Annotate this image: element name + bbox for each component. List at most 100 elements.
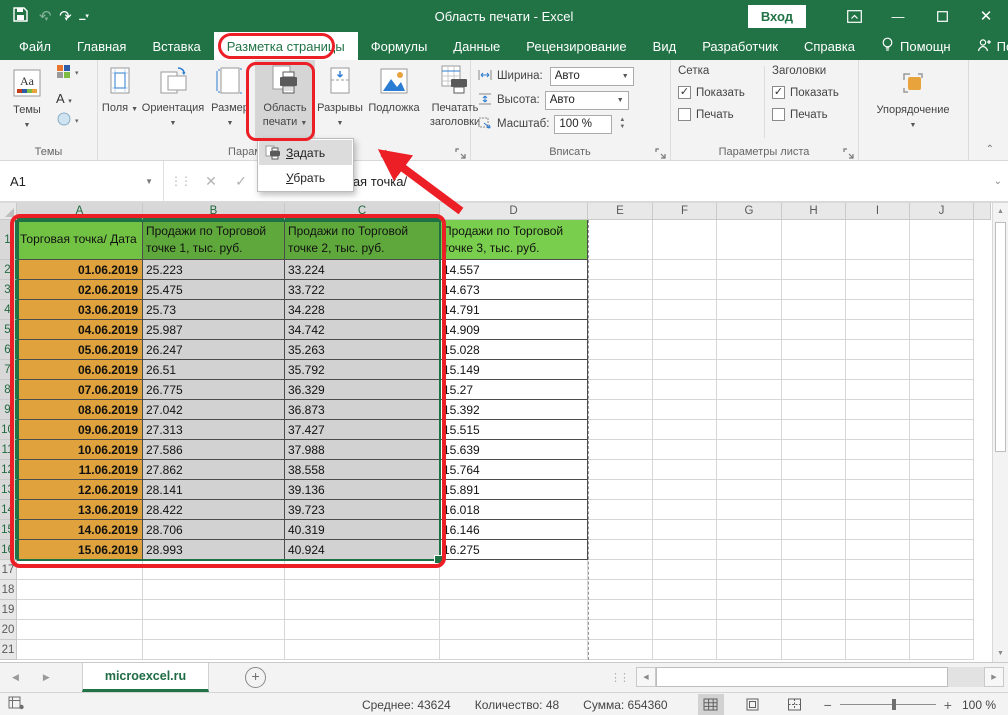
empty-cell[interactable]	[782, 340, 846, 360]
empty-cell[interactable]	[285, 620, 440, 640]
date-cell[interactable]: 12.06.2019	[17, 480, 143, 500]
value-cell[interactable]: 14.909	[440, 320, 588, 340]
value-cell[interactable]: 34.228	[285, 300, 440, 320]
empty-cell[interactable]	[846, 420, 910, 440]
empty-cell[interactable]	[143, 580, 285, 600]
value-cell[interactable]: 15.392	[440, 400, 588, 420]
value-cell[interactable]: 40.924	[285, 540, 440, 560]
date-cell[interactable]: 06.06.2019	[17, 360, 143, 380]
empty-cell[interactable]	[846, 280, 910, 300]
date-cell[interactable]: 13.06.2019	[17, 500, 143, 520]
empty-cell[interactable]	[653, 460, 717, 480]
row-header-6[interactable]: 6	[0, 340, 17, 360]
value-cell[interactable]: 15.028	[440, 340, 588, 360]
normal-view-button[interactable]	[698, 694, 724, 715]
row-header-3[interactable]: 3	[0, 280, 17, 300]
value-cell[interactable]: 26.247	[143, 340, 285, 360]
background-button[interactable]: Подложка	[365, 60, 423, 140]
empty-cell[interactable]	[653, 420, 717, 440]
tab-view[interactable]: Вид	[640, 32, 690, 60]
themes-button[interactable]: Aa Темы▼	[4, 62, 50, 142]
column-header-E[interactable]: E	[588, 203, 653, 220]
redo-icon[interactable]: ↷▾	[59, 9, 68, 24]
column-header-D[interactable]: D	[440, 203, 588, 220]
tab-formulas[interactable]: Формулы	[358, 32, 441, 60]
maximize-button[interactable]	[920, 0, 964, 32]
empty-cell[interactable]	[717, 640, 782, 660]
row-header-5[interactable]: 5	[0, 320, 17, 340]
page-setup-dialog-launcher-icon[interactable]	[455, 146, 466, 157]
vertical-scrollbar[interactable]: ▲▼	[992, 203, 1008, 662]
empty-cell[interactable]	[143, 600, 285, 620]
empty-cell[interactable]	[588, 320, 653, 340]
value-cell[interactable]: 28.422	[143, 500, 285, 520]
empty-cell[interactable]	[717, 560, 782, 580]
empty-cell[interactable]	[717, 400, 782, 420]
empty-cell[interactable]	[910, 440, 974, 460]
date-cell[interactable]: 15.06.2019	[17, 540, 143, 560]
empty-cell[interactable]	[588, 520, 653, 540]
value-cell[interactable]: 16.146	[440, 520, 588, 540]
empty-cell[interactable]	[653, 440, 717, 460]
value-cell[interactable]: 16.275	[440, 540, 588, 560]
date-cell[interactable]: 01.06.2019	[17, 260, 143, 280]
empty-cell[interactable]	[588, 420, 653, 440]
row-header-18[interactable]: 18	[0, 580, 17, 600]
horizontal-scrollbar[interactable]: ⋮⋮ ◀ ▶	[610, 663, 1008, 691]
empty-cell[interactable]	[285, 600, 440, 620]
tab-assistant[interactable]: Помощн	[868, 32, 964, 60]
scroll-right-icon[interactable]: ▶	[984, 667, 1004, 687]
value-cell[interactable]: 39.723	[285, 500, 440, 520]
value-cell[interactable]: 26.775	[143, 380, 285, 400]
scale-spinner-arrows[interactable]: ▲▼	[619, 117, 625, 130]
zoom-level[interactable]: 100 %	[962, 698, 996, 712]
tab-help[interactable]: Справка	[791, 32, 868, 60]
width-combobox[interactable]: Авто▼	[550, 67, 634, 86]
zoom-in-icon[interactable]: +	[944, 697, 952, 713]
scale-to-fit-dialog-launcher-icon[interactable]	[655, 146, 666, 157]
minimize-button[interactable]: —	[876, 0, 920, 32]
splitter-grip[interactable]: ⋮⋮	[610, 671, 628, 684]
table-header-cell[interactable]: Продажи по Торговой точке 1, тыс. руб.	[143, 220, 285, 260]
empty-cell[interactable]	[588, 340, 653, 360]
row-header-2[interactable]: 2	[0, 260, 17, 280]
value-cell[interactable]: 27.313	[143, 420, 285, 440]
row-header-14[interactable]: 14	[0, 500, 17, 520]
undo-icon[interactable]: ↶▾	[39, 9, 48, 24]
value-cell[interactable]: 28.993	[143, 540, 285, 560]
row-header-11[interactable]: 11	[0, 440, 17, 460]
value-cell[interactable]: 27.042	[143, 400, 285, 420]
margins-button[interactable]: Поля ▼	[99, 60, 141, 140]
value-cell[interactable]: 27.586	[143, 440, 285, 460]
empty-cell[interactable]	[910, 320, 974, 340]
headings-show-checkbox[interactable]: ✓Показать	[772, 86, 839, 99]
empty-cell[interactable]	[653, 380, 717, 400]
tab-home[interactable]: Главная	[64, 32, 139, 60]
empty-cell[interactable]	[17, 620, 143, 640]
value-cell[interactable]: 39.136	[285, 480, 440, 500]
tab-data[interactable]: Данные	[440, 32, 513, 60]
empty-cell[interactable]	[910, 380, 974, 400]
value-cell[interactable]: 25.73	[143, 300, 285, 320]
empty-cell[interactable]	[717, 380, 782, 400]
column-header-B[interactable]: B	[143, 203, 285, 220]
sheet-tab-active[interactable]: microexcel.ru	[82, 663, 209, 692]
empty-cell[interactable]	[910, 520, 974, 540]
empty-cell[interactable]	[782, 560, 846, 580]
empty-cell[interactable]	[846, 260, 910, 280]
empty-cell[interactable]	[782, 580, 846, 600]
empty-cell[interactable]	[846, 480, 910, 500]
column-header-F[interactable]: F	[653, 203, 717, 220]
date-cell[interactable]: 07.06.2019	[17, 380, 143, 400]
date-cell[interactable]: 10.06.2019	[17, 440, 143, 460]
date-cell[interactable]: 11.06.2019	[17, 460, 143, 480]
expand-formula-bar-icon[interactable]: ⌄	[994, 161, 1002, 201]
empty-cell[interactable]	[653, 580, 717, 600]
empty-cell[interactable]	[910, 360, 974, 380]
vertical-scroll-thumb[interactable]	[995, 222, 1006, 452]
row-header-20[interactable]: 20	[0, 620, 17, 640]
empty-cell[interactable]	[782, 400, 846, 420]
column-header-G[interactable]: G	[717, 203, 782, 220]
value-cell[interactable]: 16.018	[440, 500, 588, 520]
date-cell[interactable]: 09.06.2019	[17, 420, 143, 440]
